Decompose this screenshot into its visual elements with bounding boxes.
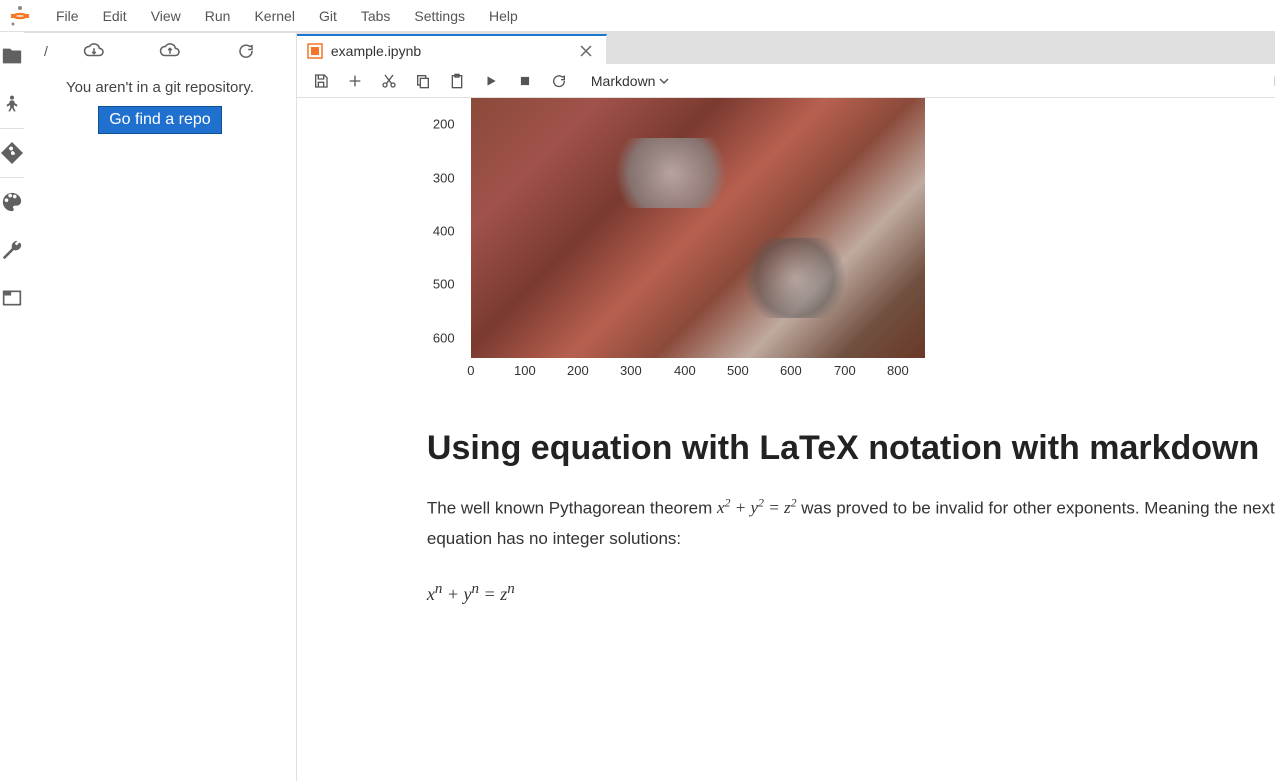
notebook-toolbar: Markdown Python 3: [297, 64, 1275, 98]
menu-tabs[interactable]: Tabs: [349, 2, 403, 30]
markdown-equation: xn + yn = zn: [427, 581, 1275, 605]
menu-run[interactable]: Run: [193, 2, 243, 30]
tab-bar: example.ipynb: [297, 32, 1275, 64]
y-tick: 400: [433, 224, 455, 239]
copy-icon[interactable]: [409, 67, 437, 95]
x-tick: 0: [467, 363, 474, 378]
save-icon[interactable]: [307, 67, 335, 95]
x-tick: 700: [834, 363, 856, 378]
menubar: File Edit View Run Kernel Git Tabs Setti…: [0, 0, 1275, 32]
tab-label: example.ipynb: [331, 43, 421, 59]
y-tick: 300: [433, 171, 455, 186]
x-tick: 200: [567, 363, 589, 378]
plot-image: [471, 98, 925, 358]
breadcrumb-root[interactable]: /: [36, 43, 56, 59]
run-icon[interactable]: [477, 67, 505, 95]
markdown-heading: Using equation with LaTeX notation with …: [427, 428, 1275, 469]
refresh-icon[interactable]: [232, 42, 260, 60]
y-tick: 500: [433, 277, 455, 292]
cloud-upload-icon[interactable]: [156, 42, 184, 60]
menu-view[interactable]: View: [139, 2, 193, 30]
menu-help[interactable]: Help: [477, 2, 530, 30]
chevron-down-icon: [659, 76, 669, 86]
y-tick: 200: [433, 117, 455, 132]
x-tick: 800: [887, 363, 909, 378]
notebook-body: 200 300 400 500 600 0 100 200 300 400 50…: [297, 98, 1275, 781]
wrench-icon[interactable]: [0, 226, 24, 274]
markdown-paragraph: The well known Pythagorean theorem x2 + …: [427, 493, 1275, 555]
add-icon[interactable]: [341, 67, 369, 95]
palette-icon[interactable]: [0, 178, 24, 226]
x-tick: 500: [727, 363, 749, 378]
tabs-icon[interactable]: [0, 274, 24, 322]
plot-output: 200 300 400 500 600 0 100 200 300 400 50…: [427, 98, 947, 408]
x-tick: 100: [514, 363, 536, 378]
x-tick: 400: [674, 363, 696, 378]
restart-icon[interactable]: [545, 67, 573, 95]
cut-icon[interactable]: [375, 67, 403, 95]
y-tick: 600: [433, 331, 455, 346]
left-panel: / You aren't in a git repository. Go fin…: [24, 32, 297, 781]
menu-git[interactable]: Git: [307, 2, 349, 30]
menu-kernel[interactable]: Kernel: [242, 2, 306, 30]
cell-type-label: Markdown: [591, 73, 656, 89]
find-repo-button[interactable]: Go find a repo: [98, 106, 221, 134]
main-content: example.ipynb Markdown Python 3: [297, 32, 1275, 781]
menu-edit[interactable]: Edit: [91, 2, 139, 30]
cell-type-dropdown[interactable]: Markdown: [587, 71, 674, 91]
markdown-cell[interactable]: Using equation with LaTeX notation with …: [427, 408, 1275, 605]
x-tick: 600: [780, 363, 802, 378]
paste-icon[interactable]: [443, 67, 471, 95]
close-icon[interactable]: [576, 43, 596, 59]
left-panel-toolbar: /: [24, 33, 296, 69]
jupyter-logo: [8, 4, 32, 28]
running-icon[interactable]: [0, 80, 24, 128]
git-icon[interactable]: [0, 129, 24, 177]
x-tick: 300: [620, 363, 642, 378]
folder-icon[interactable]: [0, 32, 24, 80]
git-panel-message: You aren't in a git repository. Go find …: [24, 69, 296, 144]
tab-example-notebook[interactable]: example.ipynb: [297, 34, 607, 66]
notebook-icon: [307, 43, 323, 59]
stop-icon[interactable]: [511, 67, 539, 95]
activity-bar: [0, 32, 24, 781]
menu-settings[interactable]: Settings: [402, 2, 477, 30]
cloud-download-icon[interactable]: [80, 42, 108, 60]
git-not-repo-text: You aren't in a git repository.: [44, 79, 276, 96]
menu-file[interactable]: File: [44, 2, 91, 30]
